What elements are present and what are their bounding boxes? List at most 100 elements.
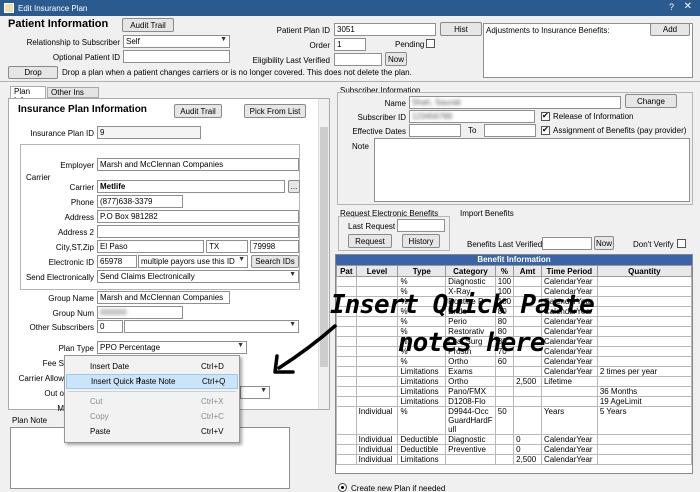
employer-input[interactable]: Marsh and McClennan Companies xyxy=(97,158,299,171)
benefit-cell: Limitations xyxy=(397,376,447,387)
benefit-cell: CalendarYear xyxy=(540,346,598,357)
pending-checkbox[interactable] xyxy=(426,39,435,48)
benefits-last-verified-input[interactable] xyxy=(542,237,592,250)
benefit-cell xyxy=(540,386,598,397)
electronic-id-input[interactable]: 65978 xyxy=(97,255,137,268)
benefit-row[interactable]: Limitations Pano/FMX 36 Months xyxy=(336,386,692,397)
benefit-row[interactable]: Limitations D1208-Flo 19 AgeLimit xyxy=(336,396,692,407)
benefit-column-header[interactable]: Pat xyxy=(336,265,357,277)
benefits-now-button[interactable]: Now xyxy=(594,236,614,250)
order-input[interactable]: 1 xyxy=(334,38,366,51)
benefit-column-header[interactable]: Type xyxy=(397,265,447,277)
eligibility-now-button[interactable]: Now xyxy=(385,52,407,66)
benefit-row[interactable]: % Diagnostic 100 CalendarYear xyxy=(336,276,692,287)
search-ids-button[interactable]: Search IDs xyxy=(251,255,299,268)
menu-item-label: Cut xyxy=(90,397,103,406)
send-electronically-select[interactable]: Send Claims Electronically ▼ xyxy=(97,270,299,283)
pick-from-list-button[interactable]: Pick From List xyxy=(244,104,306,118)
carrier-input[interactable]: Metlife xyxy=(97,180,285,193)
benefit-cell: CalendarYear xyxy=(540,366,598,377)
benefit-cell xyxy=(445,454,496,465)
city-input[interactable]: El Paso xyxy=(97,240,204,253)
benefit-row[interactable]: Individual Deductible Diagnostic 0 CalendarY… xyxy=(336,434,692,445)
benefit-cell xyxy=(336,386,357,397)
other-subscribers-input[interactable]: 0 xyxy=(97,320,123,333)
patient-audit-trail-button[interactable]: Audit Trail xyxy=(122,18,174,32)
create-new-plan-label: Create new Plan if needed xyxy=(351,484,446,492)
benefit-row[interactable]: Individual Limitations 2,500 CalendarYear xyxy=(336,454,692,465)
eligibility-label: Eligibility Last Verified xyxy=(252,56,330,65)
benefit-row[interactable]: Individual% D9944-OccGuardHardFull 50 Years… xyxy=(336,406,692,435)
assignment-benefits-checkbox[interactable] xyxy=(541,125,550,135)
benefit-cell: 0 xyxy=(513,434,542,445)
effective-end-input[interactable] xyxy=(484,124,536,137)
benefit-column-header[interactable]: Time Period xyxy=(540,265,598,277)
benefit-grid[interactable]: Benefit Information Pat Level Type Category… xyxy=(335,254,693,474)
eligibility-input[interactable] xyxy=(334,53,382,66)
history-button[interactable]: History xyxy=(402,234,440,248)
add-adjustment-button[interactable]: Add xyxy=(650,23,690,36)
plan-type-label: Plan Type xyxy=(58,344,94,353)
state-input[interactable]: TX xyxy=(206,240,248,253)
benefit-row[interactable]: % Ortho 60 CalendarYear xyxy=(336,356,692,367)
close-icon[interactable]: ✕ xyxy=(684,1,692,12)
dont-verify-checkbox[interactable] xyxy=(677,239,686,248)
plan-audit-trail-button[interactable]: Audit Trail xyxy=(174,104,222,118)
benefit-column-header[interactable]: % xyxy=(494,265,515,277)
benefit-row[interactable]: Limitations Exams CalendarYear 2 times per … xyxy=(336,366,692,377)
release-info-checkbox[interactable] xyxy=(541,111,550,121)
menu-item-copy[interactable]: Copy Ctrl+C xyxy=(66,409,238,424)
tab-other-ins-info[interactable]: Other Ins Info xyxy=(47,87,99,106)
zip-input[interactable]: 79998 xyxy=(250,240,299,253)
hist-button[interactable]: Hist xyxy=(440,22,482,36)
drop-button[interactable]: Drop xyxy=(8,66,58,79)
benefit-column-header[interactable]: Level xyxy=(355,265,399,277)
menu-item-insert-date[interactable]: Insert Date Ctrl+D xyxy=(66,359,238,374)
carrier-label: Carrier xyxy=(69,183,94,192)
subscriber-id-input[interactable]: 123456789 xyxy=(409,110,535,123)
tab-plan-info[interactable]: Plan Info xyxy=(10,86,46,105)
group-num-input[interactable]: 000000 xyxy=(97,306,183,319)
create-new-plan-radio[interactable] xyxy=(338,483,347,492)
out-of-network-select[interactable]: ▼ xyxy=(240,386,270,399)
benefit-cell xyxy=(355,366,399,377)
request-button[interactable]: Request xyxy=(348,234,392,248)
address-label: Address xyxy=(64,213,94,222)
benefit-cell xyxy=(596,316,692,327)
menu-item-shortcut: Ctrl+X xyxy=(201,397,224,406)
help-icon[interactable]: ? xyxy=(669,2,674,12)
benefit-cell: % xyxy=(397,406,447,435)
phone-input[interactable]: (877)638-3379 xyxy=(97,195,183,208)
group-name-input[interactable]: Marsh and McClennan Companies xyxy=(97,291,230,304)
benefit-column-header[interactable]: Amt xyxy=(513,265,542,277)
subscriber-name-input[interactable]: Shah, Saurab xyxy=(409,96,621,109)
menu-item-paste[interactable]: Paste Ctrl+V xyxy=(66,424,238,439)
menu-item-insert-quick-paste-note[interactable]: Insert Quick Paste Note Ctrl+Q xyxy=(66,374,238,389)
change-subscriber-button[interactable]: Change xyxy=(625,94,677,108)
benefit-cell xyxy=(336,276,357,287)
address-input[interactable]: P.O Box 981282 xyxy=(97,210,299,223)
benefits-last-verified-label: Benefits Last Verified xyxy=(467,240,543,249)
electronic-id-select[interactable]: multiple payors use this ID ▼ xyxy=(138,255,248,268)
fee-sched-label: Fee S xyxy=(42,359,64,368)
carrier-more-button[interactable]: ... xyxy=(288,180,300,193)
order-label: Order xyxy=(309,41,330,50)
benefit-column-header[interactable]: Quantity xyxy=(596,265,692,277)
benefit-cell: 100 xyxy=(494,276,515,287)
benefit-column-header[interactable]: Category xyxy=(445,265,496,277)
menu-item-cut[interactable]: Cut Ctrl+X xyxy=(66,394,238,409)
last-request-label: Last Request xyxy=(348,222,396,231)
benefit-row[interactable]: Limitations Ortho 2,500 Lifetime xyxy=(336,376,692,387)
benefit-cell xyxy=(596,306,692,317)
plan-id-input[interactable]: 3051 xyxy=(334,23,436,36)
benefit-cell xyxy=(355,386,399,397)
relationship-select[interactable]: Self ▼ xyxy=(123,35,230,48)
effective-start-input[interactable] xyxy=(409,124,461,137)
address2-input[interactable] xyxy=(97,225,299,238)
benefit-cell xyxy=(336,444,357,455)
subscriber-note-textarea[interactable] xyxy=(374,138,690,202)
benefit-cell xyxy=(355,346,399,357)
plan-type-select[interactable]: PPO Percentage ▼ xyxy=(97,341,247,354)
optional-id-input[interactable] xyxy=(123,50,230,63)
benefit-row[interactable]: Individual Deductible Preventive 0 CalendarY… xyxy=(336,444,692,455)
